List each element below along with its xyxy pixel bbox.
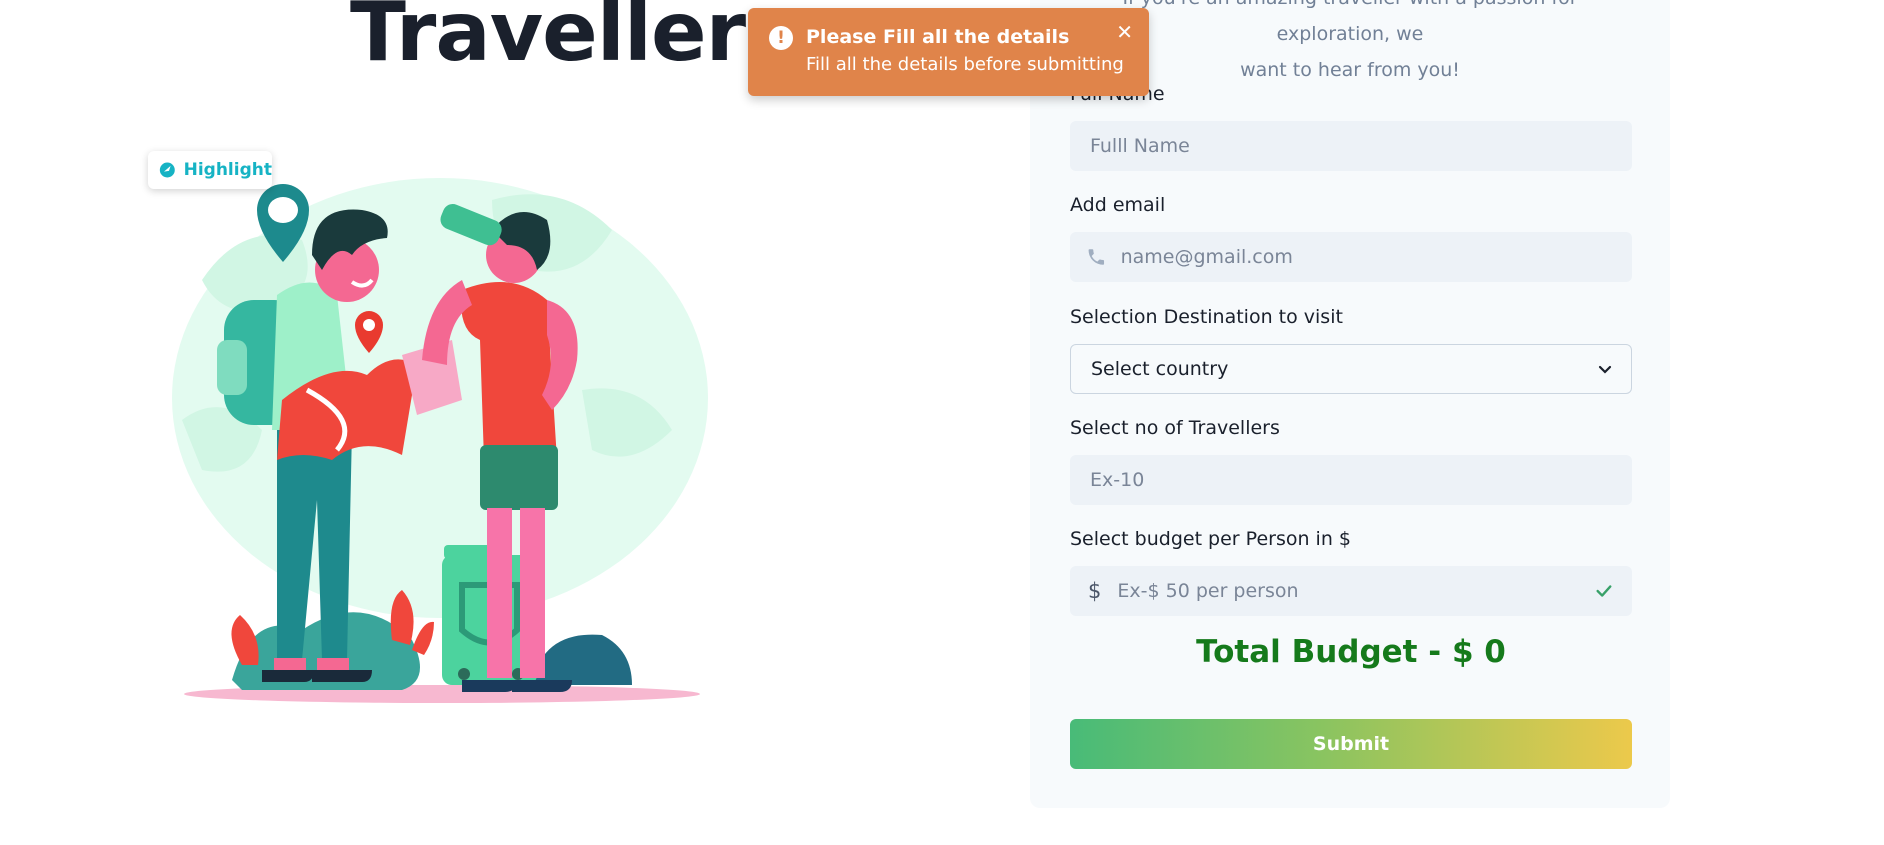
email-field[interactable] [1070,232,1632,282]
toast-description: Fill all the details before submitting [806,54,1124,75]
form-intro: If you're an amazing traveller with a pa… [1070,0,1630,88]
budget-label: Select budget per Person in $ [1070,528,1351,550]
email-input[interactable] [1120,246,1632,268]
chevron-down-icon [1598,365,1612,374]
travellers-illustration [172,178,708,703]
total-budget: Total Budget - $ 0 [1196,634,1506,670]
toast-title: Please Fill all the details [806,26,1070,48]
full-name-field[interactable] [1070,121,1632,171]
destination-select[interactable]: Select country [1070,344,1632,394]
form-intro-line-2: want to hear from you! [1240,59,1460,81]
alert-circle-icon: ! [769,26,793,50]
travellers-field[interactable] [1070,455,1632,505]
highlight-badge-label: Highlight [183,160,272,180]
email-label: Add email [1070,194,1166,216]
full-name-input[interactable] [1090,135,1632,157]
check-icon [1596,585,1612,597]
budget-input[interactable] [1117,580,1595,602]
form-intro-line-1: If you're an amazing traveller with a pa… [1122,0,1577,45]
destination-label: Selection Destination to visit [1070,306,1343,328]
travellers-label: Select no of Travellers [1070,417,1280,439]
error-toast: ! Please Fill all the details Fill all t… [748,8,1149,96]
budget-field[interactable]: $ [1070,566,1632,616]
highlight-badge: Highlight [148,151,272,189]
close-icon[interactable]: ✕ [1116,20,1133,44]
dollar-prefix: $ [1088,579,1102,603]
phone-icon [1088,249,1105,265]
destination-selected-value: Select country [1091,358,1229,380]
submit-button[interactable]: Submit [1070,719,1632,769]
highlight-icon [159,162,175,178]
travellers-input[interactable] [1090,469,1632,491]
page-title: Travellers [350,0,794,80]
